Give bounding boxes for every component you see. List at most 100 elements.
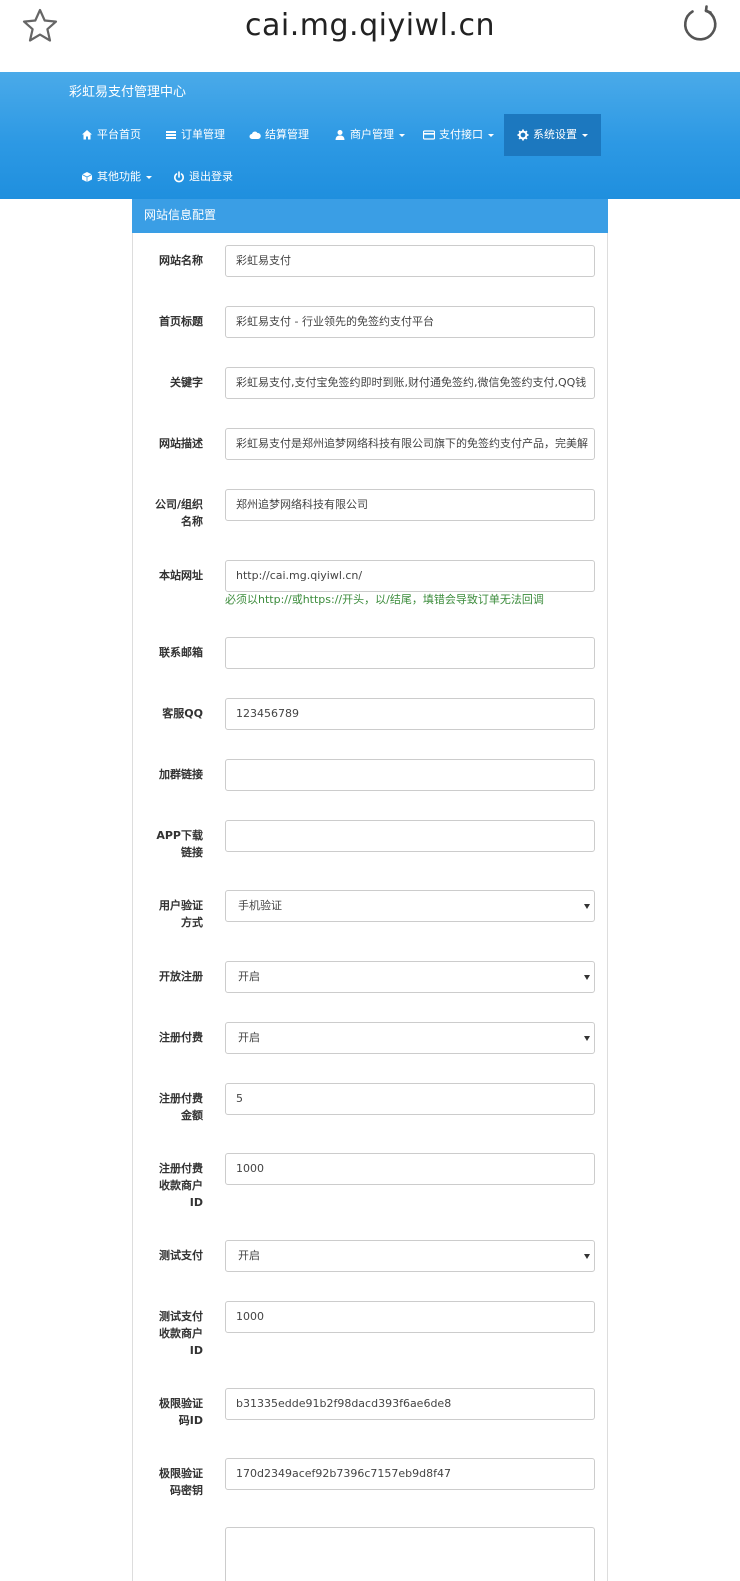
email-input[interactable] (225, 637, 595, 669)
register-fee-merchant-label-line: 收款商户 (159, 1179, 203, 1192)
register-fee-amount-label-line: 注册付费 (159, 1092, 203, 1105)
site-url-label: 本站网址 (159, 569, 203, 582)
test-pay-label: 测试支付 (159, 1249, 203, 1262)
nav-merchants[interactable]: 商户管理 (330, 114, 409, 156)
dropdown-caret-icon (488, 133, 494, 137)
dropdown-caret-icon (146, 175, 152, 179)
open-register-select[interactable]: 开启 (225, 961, 595, 993)
top-navbar: 彩虹易支付管理中心 平台首页 订单管理 结算管理 商户管理 支付接口 系统设置 … (0, 72, 740, 199)
brand-title[interactable]: 彩虹易支付管理中心 (69, 82, 186, 104)
company-label-line: 名称 (181, 515, 203, 528)
power-icon (174, 171, 184, 183)
select-arrow-icon (584, 1036, 590, 1041)
site-name-label: 网站名称 (159, 254, 203, 267)
select-arrow-icon (584, 904, 590, 909)
site-name-input[interactable]: 彩虹易支付 (225, 245, 595, 277)
dropdown-caret-icon (582, 133, 588, 137)
support-qq-input[interactable]: 123456789 (225, 698, 595, 730)
company-label: 公司/组织 名称 (133, 496, 203, 530)
geetest-key-label: 极限验证 码密钥 (133, 1465, 203, 1499)
geetest-id-label: 极限验证 码ID (133, 1395, 203, 1429)
home-icon (82, 130, 92, 140)
nav-other-functions[interactable]: 其他功能 (77, 156, 156, 198)
open-register-label: 开放注册 (159, 970, 203, 983)
keywords-input[interactable]: 彩虹易支付,支付宝免签约即时到账,财付通免签约,微信免签约支付,QQ钱 (225, 367, 595, 399)
group-link-label: 加群链接 (159, 768, 203, 781)
nav-other-functions-label: 其他功能 (97, 170, 141, 183)
geetest-key-input[interactable]: 170d2349acef92b7396c7157eb9d8f47 (225, 1458, 595, 1490)
open-register-value: 开启 (238, 970, 260, 983)
site-url-input[interactable]: http://cai.mg.qiyiwl.cn/ (225, 560, 595, 592)
site-config-panel: 网站信息配置 网站名称 彩虹易支付 首页标题 彩虹易支付 - 行业领先的免签约支… (132, 199, 608, 1581)
register-fee-amount-label: 注册付费 金额 (133, 1090, 203, 1124)
select-arrow-icon (584, 975, 590, 980)
nav-merchants-label: 商户管理 (350, 128, 394, 141)
company-input[interactable]: 郑州追梦网络科技有限公司 (225, 489, 595, 521)
app-link-input[interactable] (225, 820, 595, 852)
register-fee-amount-input[interactable]: 5 (225, 1083, 595, 1115)
nav-system-settings[interactable]: 系统设置 (504, 114, 601, 156)
test-pay-merchant-input[interactable]: 1000 (225, 1301, 595, 1333)
reload-icon[interactable] (680, 4, 720, 44)
nav-logout[interactable]: 退出登录 (169, 156, 237, 198)
register-fee-amount-label-line: 金额 (181, 1109, 203, 1122)
geetest-key-label-line: 极限验证 (159, 1467, 203, 1480)
test-pay-select[interactable]: 开启 (225, 1240, 595, 1272)
app-link-label: APP下载 链接 (133, 827, 203, 861)
nav-system-settings-label: 系统设置 (533, 128, 577, 141)
verify-method-label-line: 方式 (181, 916, 203, 929)
list-icon (166, 131, 176, 139)
nav-settlement-label: 结算管理 (265, 128, 309, 141)
nav-settlement[interactable]: 结算管理 (245, 114, 313, 156)
home-title-input[interactable]: 彩虹易支付 - 行业领先的免签约支付平台 (225, 306, 595, 338)
group-link-input[interactable] (225, 759, 595, 791)
register-fee-value: 开启 (238, 1031, 260, 1044)
email-label: 联系邮箱 (159, 646, 203, 659)
register-fee-merchant-input[interactable]: 1000 (225, 1153, 595, 1185)
cube-icon (81, 172, 93, 182)
company-label-line: 公司/组织 (154, 498, 203, 511)
browser-bar: cai.mg.qiyiwl.cn (0, 0, 740, 72)
support-qq-label: 客服QQ (162, 707, 203, 720)
user-icon (335, 130, 345, 140)
nav-home[interactable]: 平台首页 (77, 114, 145, 156)
app-link-label-line: 链接 (181, 846, 203, 859)
register-fee-select[interactable]: 开启 (225, 1022, 595, 1054)
verify-method-label-line: 用户验证 (159, 899, 203, 912)
panel-title: 网站信息配置 (132, 199, 608, 233)
dropdown-caret-icon (399, 133, 405, 137)
geetest-id-label-line: 码ID (178, 1414, 203, 1427)
nav-home-label: 平台首页 (97, 128, 141, 141)
verify-method-label: 用户验证 方式 (133, 897, 203, 931)
register-fee-merchant-label: 注册付费 收款商户 ID (133, 1160, 203, 1211)
test-pay-value: 开启 (238, 1249, 260, 1262)
geetest-key-label-line: 码密钥 (170, 1484, 203, 1497)
nav-orders[interactable]: 订单管理 (161, 114, 229, 156)
nav-logout-label: 退出登录 (189, 170, 233, 183)
site-url-help-text: 必须以http://或https://开头，以/结尾，填错会导致订单无法回调 (225, 593, 544, 606)
test-pay-merchant-label: 测试支付 收款商户 ID (133, 1308, 203, 1359)
gear-icon (517, 129, 529, 141)
nav-payment-interface-label: 支付接口 (439, 128, 483, 141)
app-link-label-line: APP下载 (156, 829, 203, 842)
home-title-label: 首页标题 (159, 315, 203, 328)
nav-orders-label: 订单管理 (181, 128, 225, 141)
description-label: 网站描述 (159, 437, 203, 450)
register-fee-merchant-label-line: 注册付费 (159, 1162, 203, 1175)
test-pay-merchant-label-line: ID (189, 1344, 203, 1357)
select-arrow-icon (584, 1254, 590, 1259)
test-pay-merchant-label-line: 测试支付 (159, 1310, 203, 1323)
verify-method-value: 手机验证 (238, 899, 282, 912)
register-fee-merchant-label-line: ID (189, 1196, 203, 1209)
verify-method-select[interactable]: 手机验证 (225, 890, 595, 922)
geetest-id-label-line: 极限验证 (159, 1397, 203, 1410)
description-input[interactable]: 彩虹易支付是郑州追梦网络科技有限公司旗下的免签约支付产品，完美解 (225, 428, 595, 460)
nav-payment-interface[interactable]: 支付接口 (419, 114, 498, 156)
test-pay-merchant-label-line: 收款商户 (159, 1327, 203, 1340)
geetest-id-input[interactable]: b31335edde91b2f98dacd393f6ae6de8 (225, 1388, 595, 1420)
credit-card-icon (423, 130, 435, 140)
address-bar-url[interactable]: cai.mg.qiyiwl.cn (0, 4, 740, 48)
cloud-icon (249, 131, 261, 139)
cutoff-input[interactable] (225, 1527, 595, 1581)
keywords-label: 关键字 (170, 376, 203, 389)
